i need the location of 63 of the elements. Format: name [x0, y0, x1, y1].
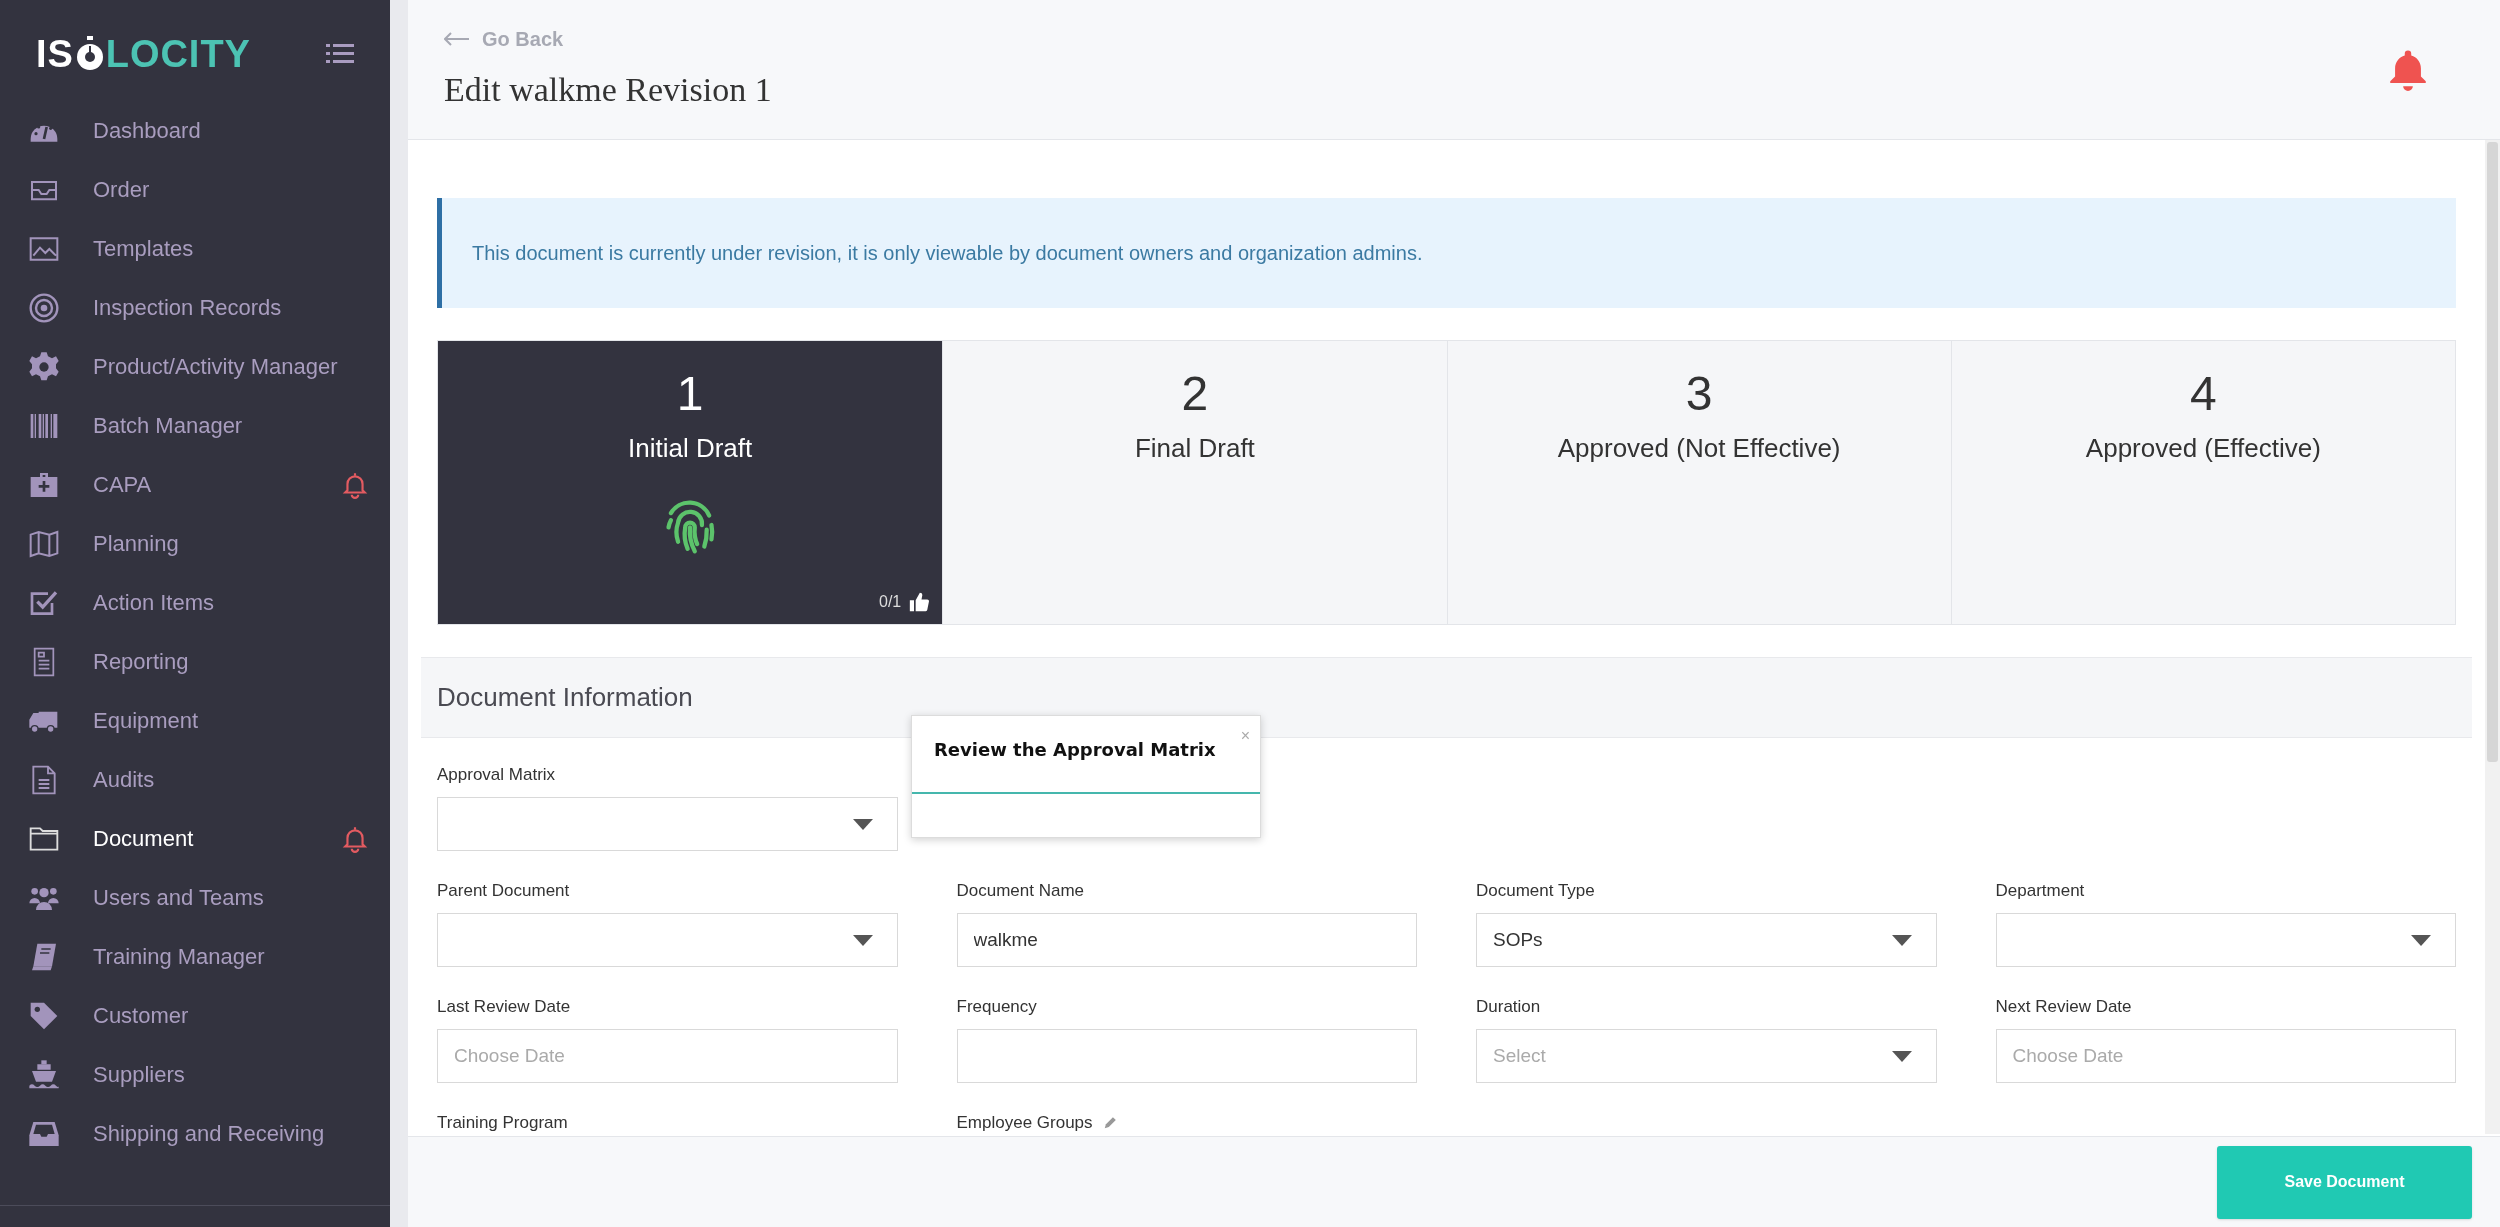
logo-text: LOCITY: [105, 31, 251, 77]
arrow-left-icon: [444, 32, 470, 46]
menu-icon[interactable]: [326, 43, 354, 65]
scrollbar[interactable]: [2485, 140, 2500, 1134]
field-label: Next Review Date: [1995, 997, 2132, 1017]
caret-down-icon: [852, 818, 873, 830]
select-field[interactable]: [437, 913, 898, 967]
sidebar-item[interactable]: Customer: [0, 986, 390, 1045]
thumbs-up-icon: [909, 592, 930, 612]
sidebar-item[interactable]: Templates: [0, 219, 390, 278]
ship-icon: [28, 1058, 60, 1091]
field-label: Parent Document: [437, 881, 570, 901]
sidebar-item[interactable]: Training Manager: [0, 927, 390, 986]
sidebar-item[interactable]: Dashboard: [0, 101, 390, 160]
section-title: Document Information: [437, 681, 693, 714]
input-field[interactable]: [956, 1029, 1417, 1083]
sidebar-item[interactable]: Product/Activity Manager: [0, 337, 390, 396]
field-label: Training Program: [437, 1113, 568, 1133]
page-title: Edit walkme Revision 1: [444, 70, 772, 110]
field-label: Employee Groups: [956, 1113, 1093, 1133]
select-field[interactable]: [1995, 913, 2456, 967]
step-tab[interactable]: 2 Final Draft: [942, 341, 1447, 624]
sidebar-item[interactable]: Shipping and Receiving: [0, 1104, 390, 1163]
notice-text: This document is currently under revision, it is only viewable by document owners and organization admins.: [472, 241, 1423, 266]
field-label: Last Review Date: [437, 997, 571, 1017]
step-tab[interactable]: 3 Approved (Not Effective): [1446, 341, 1951, 624]
sidebar-item[interactable]: Reporting: [0, 632, 390, 691]
logo-text: IS: [36, 31, 74, 77]
sidebar-item[interactable]: Audits: [0, 750, 390, 809]
select-field[interactable]: SOPs: [1476, 913, 1937, 967]
caret-down-icon: [2411, 934, 2431, 946]
caret-down-icon: [1891, 934, 1912, 946]
sidebar-item[interactable]: Users and Teams: [0, 868, 390, 927]
caret-down-icon: [1891, 1050, 1912, 1062]
field-label: Document Type: [1476, 881, 1595, 901]
field-label: Department: [1995, 881, 2085, 901]
sidebar-item[interactable]: CAPA: [0, 455, 390, 514]
tooltip-title: Review the Approval Matrix: [934, 738, 1216, 762]
sidebar-item[interactable]: Batch Manager: [0, 396, 390, 455]
pencil-icon[interactable]: [1102, 1116, 1117, 1130]
stopwatch-icon: [74, 36, 105, 72]
sidebar-item[interactable]: Inspection Records: [0, 278, 390, 337]
sidebar-item[interactable]: Planning: [0, 514, 390, 573]
bell-icon[interactable]: [2388, 48, 2428, 91]
step-tab[interactable]: 1 Initial Draft 0/1: [438, 341, 943, 624]
target-icon: [28, 291, 60, 324]
sidebar-item[interactable]: Order: [0, 160, 390, 219]
input-field[interactable]: Choose Date: [1995, 1029, 2456, 1083]
field-label: Document Name: [956, 881, 1085, 901]
select-field[interactable]: [437, 797, 898, 851]
input-field[interactable]: walkme: [956, 913, 1417, 967]
sidebar-item[interactable]: Suppliers: [0, 1045, 390, 1104]
sidebar-item[interactable]: Equipment: [0, 691, 390, 750]
sidebar-item[interactable]: Action Items: [0, 573, 390, 632]
field-label: Frequency: [956, 997, 1037, 1017]
caret-down-icon: [852, 934, 873, 946]
step-tab[interactable]: 4 Approved (Effective): [1950, 341, 2455, 624]
approval-count: 0/1: [879, 592, 902, 612]
gear-icon: [28, 350, 60, 383]
field-label: Approval Matrix: [437, 765, 556, 785]
field-label: Duration: [1476, 997, 1541, 1017]
sidebar-item[interactable]: Document: [0, 809, 390, 868]
input-field[interactable]: Choose Date: [437, 1029, 898, 1083]
